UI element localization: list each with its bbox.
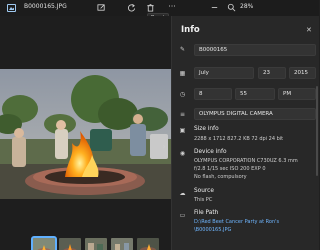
filmstrip-thumbnail[interactable] bbox=[59, 238, 81, 250]
source-label: Source bbox=[194, 188, 214, 194]
info-panel-title: Info bbox=[181, 25, 200, 35]
calendar-icon: ▦ bbox=[179, 70, 186, 77]
device-info-line1: OLYMPUS CORPORATION C730UZ 6.3 mm bbox=[194, 158, 298, 164]
date-day-field[interactable]: 23 bbox=[258, 67, 286, 79]
campfire-photo[interactable] bbox=[0, 69, 171, 199]
device-info-line2: f/2.8 1/15 sec ISO 200 EXP 0 bbox=[194, 166, 266, 172]
filmstrip-thumbnail-selected[interactable] bbox=[31, 236, 57, 250]
time-ampm-field[interactable]: PM bbox=[278, 88, 316, 100]
rotate-icon[interactable] bbox=[125, 2, 137, 14]
clock-icon: ◷ bbox=[179, 91, 186, 98]
filmstrip-thumbnail[interactable] bbox=[85, 238, 107, 250]
filmstrip-thumbnail[interactable] bbox=[137, 238, 159, 250]
zoom-out-icon[interactable] bbox=[208, 2, 220, 14]
image-viewer[interactable]: › bbox=[0, 16, 171, 250]
scrollbar[interactable] bbox=[316, 86, 318, 176]
file-name-title: B0000165.JPG bbox=[24, 3, 67, 10]
time-minute-field[interactable]: 55 bbox=[235, 88, 275, 100]
device-info-label: Device info bbox=[194, 149, 227, 155]
file-path-label: File Path bbox=[194, 210, 219, 216]
edit-icon[interactable] bbox=[95, 2, 107, 14]
filmstrip bbox=[0, 234, 171, 250]
source-value: This PC bbox=[194, 197, 213, 203]
date-month-field[interactable]: July bbox=[194, 67, 254, 79]
file-path-link[interactable]: D:\Red Beet Cancer Party at Ron's bbox=[194, 219, 279, 225]
device-info-line3: No flash, compulsory bbox=[194, 174, 247, 180]
size-info-details: 2288 x 1712 827.2 KB 72 dpi 24 bit bbox=[194, 136, 284, 142]
info-panel: Info ✕ B0000165 ✎ ▦ July 23 2015 ◷ 8 55 … bbox=[171, 16, 319, 250]
zoom-level: 28% bbox=[240, 3, 254, 10]
tag-icon: ✎ bbox=[179, 46, 186, 53]
time-hour-field[interactable]: 8 bbox=[194, 88, 232, 100]
size-info-label: Size info bbox=[194, 126, 219, 132]
next-image-arrow-icon[interactable]: › bbox=[160, 141, 168, 153]
file-path-link-continued[interactable]: \B0000165.JPG bbox=[194, 227, 231, 233]
folder-icon: ▭ bbox=[179, 212, 186, 219]
description-icon: ≡ bbox=[179, 111, 186, 118]
title-field[interactable]: B0000165 bbox=[194, 44, 316, 56]
image-size-icon: ▣ bbox=[179, 127, 186, 134]
camera-icon: ◉ bbox=[179, 150, 186, 157]
close-icon[interactable]: ✕ bbox=[306, 26, 312, 34]
filmstrip-thumbnail[interactable] bbox=[111, 238, 133, 250]
description-field[interactable]: OLYMPUS DIGITAL CAMERA bbox=[194, 108, 316, 120]
date-year-field[interactable]: 2015 bbox=[289, 67, 316, 79]
more-icon[interactable]: ··· bbox=[166, 1, 178, 13]
cloud-icon: ☁ bbox=[179, 190, 186, 197]
zoom-in-icon[interactable] bbox=[225, 2, 237, 14]
photos-app-icon bbox=[7, 4, 16, 12]
